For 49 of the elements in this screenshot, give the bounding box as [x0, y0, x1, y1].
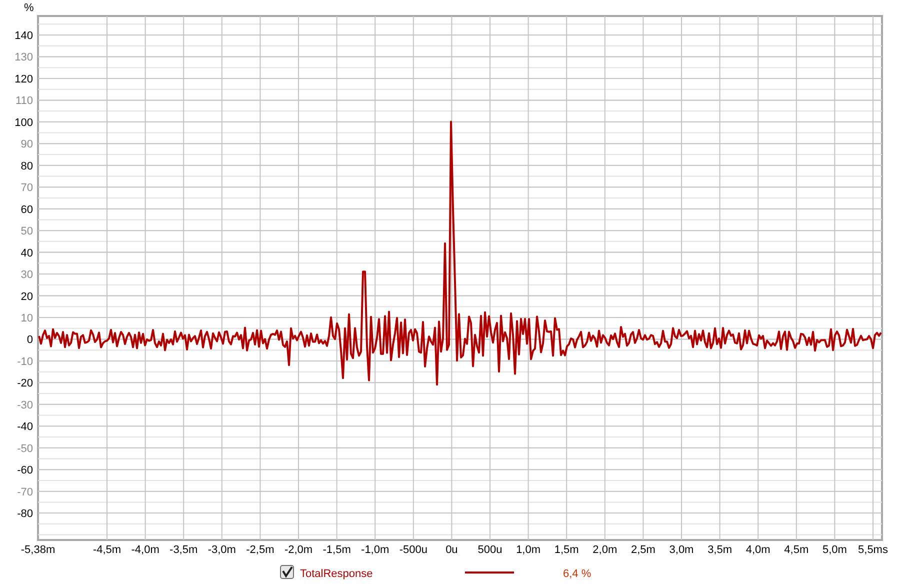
x-tick-label: 5,5ms [858, 544, 888, 556]
legend-series-name: TotalResponse [300, 568, 373, 580]
y-tick-label: 120 [14, 73, 33, 86]
x-tick-label: 4,5m [784, 544, 809, 556]
y-tick-label: 90 [20, 138, 33, 151]
y-tick-label: 0 [26, 334, 33, 346]
x-tick-label: -4,0m [131, 544, 160, 556]
x-tick-label: -2,5m [246, 544, 274, 556]
y-tick-label: 130 [14, 52, 33, 64]
y-tick-label: 100 [14, 116, 33, 129]
x-tick-label: -3,0m [208, 544, 236, 556]
x-tick-label: 5,0m [822, 544, 847, 556]
y-tick-label: -70 [17, 486, 33, 498]
y-tick-label: -30 [17, 399, 33, 412]
legend-checkbox[interactable] [280, 565, 294, 579]
x-tick-label: -3,5m [170, 544, 198, 556]
legend-value: 6,4 % [563, 568, 592, 580]
x-tick-label: 1,0m [516, 544, 541, 556]
x-tick-label: -1,5m [322, 544, 351, 556]
y-tick-label: 50 [20, 226, 33, 238]
x-tick-label: 0u [446, 544, 458, 556]
y-tick-label: 80 [20, 160, 33, 172]
y-tick-label: 110 [15, 95, 33, 108]
x-tick-label: 500u [478, 544, 502, 556]
x-tick-label: 3,5m [708, 544, 732, 556]
x-tick-label: -4,5m [92, 544, 122, 556]
y-tick-label: -40 [17, 421, 33, 434]
y-tick-label: -50 [17, 442, 33, 455]
y-tick-label: 70 [20, 182, 33, 194]
y-tick-label: 40 [20, 247, 33, 260]
x-tick-label: 2,5m [630, 544, 656, 556]
y-tick-label: 20 [20, 290, 33, 303]
x-tick-label: 4,0m [746, 544, 770, 556]
x-tick-label: -500u [399, 544, 428, 556]
y-tick-label: -60 [17, 464, 33, 477]
axis-unit-label: % [24, 2, 34, 14]
y-tick-label: -20 [17, 378, 33, 390]
x-tick-label: 2,0m [592, 544, 618, 556]
y-tick-label: 140 [14, 30, 33, 42]
y-tick-label: 10 [20, 312, 33, 324]
x-tick-label: -5,38m [20, 544, 56, 556]
x-tick-label: -2,0m [284, 544, 313, 556]
x-tick-label: 3,0m [669, 544, 694, 556]
y-tick-label: -80 [17, 508, 33, 520]
y-tick-label: -10 [17, 356, 33, 368]
x-tick-label: 1,5m [554, 544, 579, 556]
x-tick-label: -1,0m [361, 544, 390, 556]
y-tick-label: 60 [20, 204, 33, 216]
y-tick-label: 30 [20, 269, 33, 282]
